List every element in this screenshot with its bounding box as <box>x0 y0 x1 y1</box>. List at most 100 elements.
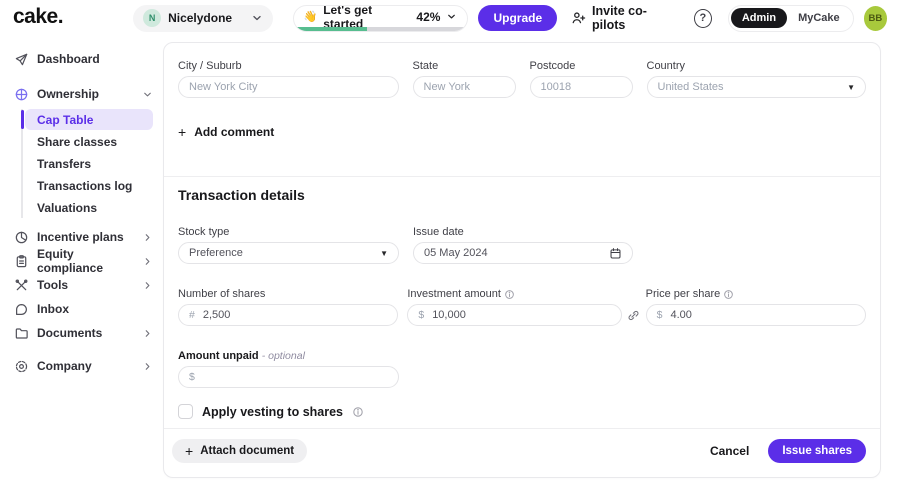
numbers-row: Number of shares # Investment amount $ <box>178 288 866 326</box>
price-per-share-label: Price per share <box>646 288 721 300</box>
dollar-prefix: $ <box>418 309 424 321</box>
progress-track <box>294 27 468 31</box>
sidebar-item-valuations[interactable]: Valuations <box>25 197 153 218</box>
sidebar-item-share-classes[interactable]: Share classes <box>25 131 153 152</box>
stock-type-value: Preference <box>189 247 243 259</box>
investment-amount-inputbox: $ <box>407 304 621 326</box>
issue-shares-button[interactable]: Issue shares <box>768 439 866 463</box>
sidebar-gap <box>14 344 153 355</box>
sidebar-item-tools[interactable]: Tools <box>14 274 153 296</box>
attach-document-button[interactable]: + Attach document <box>172 439 307 463</box>
attach-document-label: Attach document <box>200 445 294 457</box>
help-glyph: ? <box>700 12 707 24</box>
invite-copilots-button[interactable]: Invite co-pilots <box>567 4 678 32</box>
chevron-right-icon <box>142 232 153 243</box>
sidebar-item-transfers[interactable]: Transfers <box>25 153 153 174</box>
sidebar-item-transactions-log[interactable]: Transactions log <box>25 175 153 196</box>
tools-icon <box>14 278 29 293</box>
sidebar: Dashboard Ownership Cap Table Share clas… <box>0 36 163 484</box>
state-inputbox <box>413 76 516 98</box>
sidebar-label-equity-compliance: Equity compliance <box>37 247 134 275</box>
sidebar-item-inbox[interactable]: Inbox <box>14 298 153 320</box>
help-icon[interactable]: ? <box>694 9 712 28</box>
postcode-field-group: Postcode <box>530 60 633 98</box>
sidebar-item-equity-compliance[interactable]: Equity compliance <box>14 250 153 272</box>
stock-type-select[interactable]: Preference ▼ <box>178 242 399 264</box>
apply-vesting-row[interactable]: Apply vesting to shares <box>178 404 364 419</box>
country-select[interactable]: United States ▼ <box>647 76 867 98</box>
country-value: United States <box>658 81 724 93</box>
gear-icon <box>14 359 29 374</box>
person-plus-icon <box>571 10 586 26</box>
optional-tag: - optional <box>262 350 305 362</box>
info-icon[interactable] <box>352 406 364 418</box>
sidebar-label-company: Company <box>37 359 134 373</box>
dollar-prefix: $ <box>189 371 195 383</box>
calendar-icon[interactable] <box>609 247 622 260</box>
chevron-down-icon <box>251 12 263 24</box>
plus-icon: + <box>185 444 193 458</box>
city-label: City / Suburb <box>178 60 399 72</box>
postcode-input[interactable] <box>541 81 622 93</box>
country-label: Country <box>647 60 867 72</box>
amount-unpaid-row: Amount unpaid - optional $ <box>178 350 866 388</box>
city-input[interactable] <box>189 81 388 93</box>
progress-percent: 42% <box>416 10 440 24</box>
issue-date-group: Issue date <box>413 226 633 264</box>
paper-plane-icon <box>14 52 29 67</box>
company-initial-avatar: N <box>143 9 161 27</box>
onboarding-progress[interactable]: 👋 Let's get started 42% <box>293 5 469 32</box>
sidebar-item-incentive-plans[interactable]: Incentive plans <box>14 226 153 248</box>
upgrade-button[interactable]: Upgrade <box>478 5 557 31</box>
issue-date-inputbox <box>413 242 633 264</box>
hash-prefix: # <box>189 309 195 321</box>
admin-mycake-toggle[interactable]: Admin MyCake <box>728 5 854 32</box>
sidebar-label-inbox: Inbox <box>37 302 153 316</box>
company-switcher[interactable]: N Nicelydone <box>133 5 272 32</box>
sidebar-label-dashboard: Dashboard <box>37 52 153 66</box>
amount-unpaid-group: Amount unpaid - optional $ <box>178 350 399 388</box>
chevron-right-icon <box>142 328 153 339</box>
sidebar-label-ownership: Ownership <box>37 87 134 101</box>
investment-amount-group: Investment amount $ <box>407 288 621 326</box>
number-of-shares-group: Number of shares # <box>178 288 398 326</box>
ownership-subnav: Cap Table Share classes Transfers Transa… <box>21 109 153 218</box>
cancel-button[interactable]: Cancel <box>700 444 759 458</box>
price-per-share-group: Price per share $ <box>646 288 866 326</box>
address-row: City / Suburb State Postcode <box>178 60 866 98</box>
issue-shares-card: City / Suburb State Postcode <box>163 42 881 478</box>
toggle-mycake[interactable]: MyCake <box>787 8 851 28</box>
sidebar-item-dashboard[interactable]: Dashboard <box>14 48 153 70</box>
user-avatar[interactable]: BB <box>864 6 887 31</box>
chevron-right-icon <box>142 280 153 291</box>
sidebar-item-cap-table[interactable]: Cap Table <box>25 109 153 130</box>
sidebar-item-documents[interactable]: Documents <box>14 322 153 344</box>
info-icon[interactable] <box>504 289 515 300</box>
transaction-details-title: Transaction details <box>178 187 866 203</box>
add-comment-button[interactable]: + Add comment <box>178 125 274 139</box>
invite-copilots-label: Invite co-pilots <box>592 4 674 32</box>
info-icon[interactable] <box>723 289 734 300</box>
folder-icon <box>14 326 29 341</box>
pie-grid-icon <box>14 87 29 102</box>
cake-logo: cake. <box>13 5 63 29</box>
progress-fill <box>294 27 367 31</box>
stock-type-group: Stock type Preference ▼ <box>178 226 399 264</box>
sidebar-item-ownership[interactable]: Ownership <box>14 83 153 105</box>
number-of-shares-input[interactable] <box>203 309 388 321</box>
stock-type-label: Stock type <box>178 226 399 238</box>
postcode-inputbox <box>530 76 633 98</box>
issue-date-input[interactable] <box>424 247 601 259</box>
state-field-group: State <box>413 60 516 98</box>
toggle-admin[interactable]: Admin <box>731 8 787 28</box>
dollar-prefix: $ <box>657 309 663 321</box>
vesting-checkbox[interactable] <box>178 404 193 419</box>
price-per-share-input[interactable] <box>670 309 855 321</box>
main-area: City / Suburb State Postcode <box>163 36 900 484</box>
state-input[interactable] <box>424 81 505 93</box>
sidebar-item-company[interactable]: Company <box>14 355 153 377</box>
vesting-label: Apply vesting to shares <box>202 405 343 419</box>
amount-unpaid-input[interactable] <box>203 371 388 383</box>
issue-date-label: Issue date <box>413 226 633 238</box>
investment-amount-input[interactable] <box>432 309 611 321</box>
